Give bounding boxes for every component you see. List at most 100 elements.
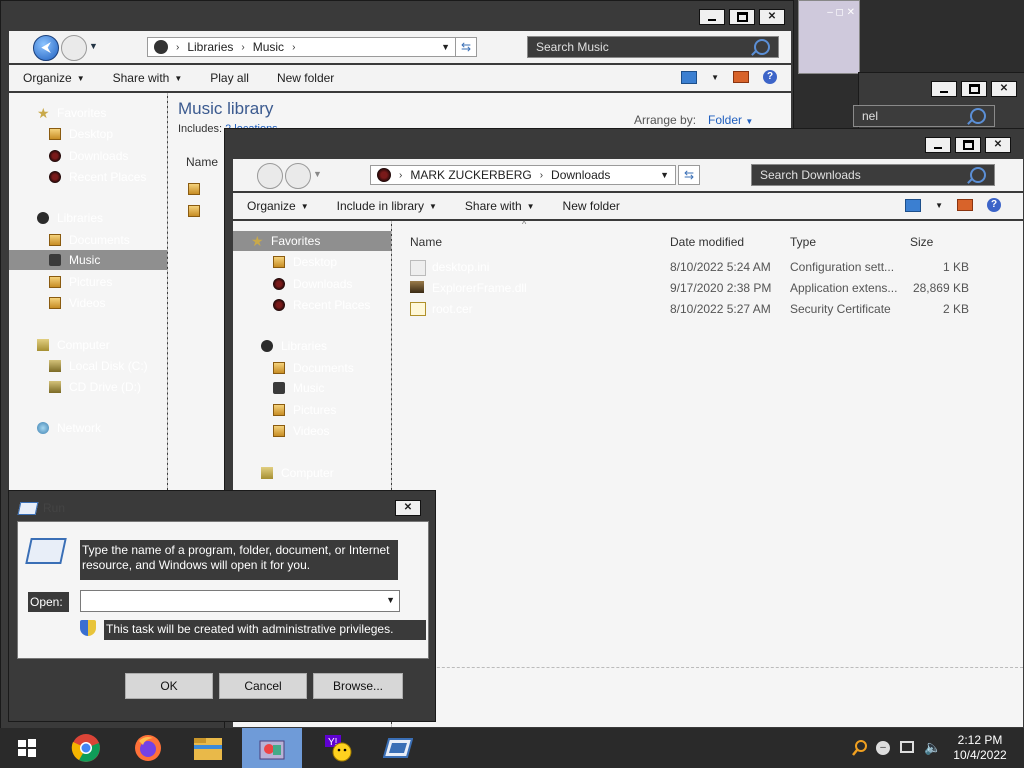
close-button[interactable]: ✕ [759,9,785,25]
arrange-by-dropdown[interactable]: Folder ▼ [708,113,753,127]
nav-documents[interactable]: Documents [9,230,167,250]
taskbar-yahoo-messenger[interactable]: Y! [308,728,368,768]
cancel-button[interactable]: Cancel [219,673,307,699]
nav-desktop[interactable]: Desktop [233,252,391,272]
recent-pages-button[interactable]: ▼ [89,41,98,51]
nav-computer[interactable]: Computer [9,335,167,355]
file-row-root-cer[interactable]: root.cer 8/10/2022 5:27 AM Security Cert… [392,299,1023,319]
address-dropdown-icon[interactable]: ▼ [441,42,450,52]
column-header-date[interactable]: Date modified [670,235,744,249]
breadcrumb-downloads[interactable]: Downloads [551,168,610,182]
run-dialog[interactable]: Run ✕ Type the name of a program, folder… [8,490,436,722]
minimize-button[interactable] [699,9,725,25]
forward-button[interactable] [285,163,311,189]
nav-music[interactable]: Music [9,250,167,270]
open-dropdown-icon[interactable]: ▼ [386,595,395,605]
search-icon[interactable] [970,167,986,183]
share-with-menu[interactable]: Share with ▼ [113,71,183,85]
maximize-button[interactable] [729,9,755,25]
minimize-button[interactable] [925,137,951,153]
nav-pictures[interactable]: Pictures [233,400,391,420]
music-navigation-pane[interactable]: ★ Favorites Desktop Downloads Recent Plac… [9,93,167,493]
refresh-button[interactable]: ⇆ [455,37,477,57]
network-tray-icon[interactable] [900,741,914,753]
view-dropdown-icon[interactable]: ▼ [711,73,719,82]
breadcrumb-libraries[interactable]: Libraries [187,40,233,54]
help-icon[interactable]: ? [763,70,777,84]
change-view-icon[interactable] [681,70,698,84]
nav-videos[interactable]: Videos [9,293,167,313]
downloads-file-list[interactable]: ^ Name Date modified Type Size desktop.i… [392,219,1023,727]
ok-button[interactable]: OK [125,673,213,699]
organize-menu[interactable]: Organize ▼ [23,71,85,85]
close-button[interactable]: ✕ [985,137,1011,153]
file-row-explorerframe-dll[interactable]: ExplorerFrame.dll 9/17/2020 2:38 PM Appl… [392,278,1023,298]
help-icon[interactable]: ? [987,198,1001,212]
open-combobox[interactable]: ▼ [80,590,400,612]
view-dropdown-icon[interactable]: ▼ [935,201,943,210]
run-close-button[interactable]: ✕ [395,500,421,516]
search-icon[interactable] [754,39,770,55]
recent-pages-button[interactable]: ▼ [313,169,322,179]
change-view-icon[interactable] [905,198,922,212]
nav-network[interactable]: Network [9,418,167,438]
preview-pane-icon[interactable] [957,199,973,211]
forward-button[interactable] [61,35,87,61]
nav-downloads[interactable]: Downloads [9,146,167,166]
nav-recent-places[interactable]: Recent Places [233,295,391,315]
nav-local-disk[interactable]: Local Disk (C:) [9,356,167,376]
music-address-bar[interactable]: › Libraries › Music › ▼ [147,37,457,57]
nav-favorites[interactable]: ★ Favorites [233,231,391,251]
nav-music[interactable]: Music [233,378,391,398]
maximize-button[interactable] [961,81,987,97]
minimize-button[interactable] [931,81,957,97]
organize-menu[interactable]: Organize ▼ [247,199,309,213]
play-all-button[interactable]: Play all [210,71,249,85]
cp-search-box[interactable]: nel [853,105,995,127]
address-dropdown-icon[interactable]: ▼ [660,170,669,180]
messenger-tray-icon[interactable]: – [876,741,890,755]
preview-pane-icon[interactable] [733,71,749,83]
music-search-box[interactable]: Search Music [527,36,779,58]
new-folder-button[interactable]: New folder [563,199,620,213]
downloads-address-bar[interactable]: › MARK ZUCKERBERG › Downloads ▼ [370,165,676,185]
clock[interactable]: 2:12 PM 10/4/2022 [948,733,1012,763]
third-window-caption-buttons[interactable]: – ◻ ✕ [827,7,855,18]
column-header-size[interactable]: Size [910,235,933,249]
nav-favorites[interactable]: ★ Favorites [9,103,167,123]
maximize-button[interactable] [955,137,981,153]
close-button[interactable]: ✕ [991,81,1017,97]
taskbar-run[interactable] [368,728,428,768]
file-row-desktop-ini[interactable]: desktop.ini 8/10/2022 5:24 AM Configurat… [392,257,1023,277]
breadcrumb-music[interactable]: Music [253,40,284,54]
nav-downloads[interactable]: Downloads [233,274,391,294]
taskbar-control-panel[interactable] [242,728,302,768]
search-icon[interactable] [970,108,986,124]
folder-icon[interactable] [188,183,200,195]
share-with-menu[interactable]: Share with ▼ [465,199,535,213]
third-window[interactable]: – ◻ ✕ [798,0,860,74]
nav-computer[interactable]: Computer [233,463,391,483]
nav-documents[interactable]: Documents [233,358,391,378]
nav-libraries[interactable]: Libraries [9,208,167,228]
volume-icon[interactable]: 🔈 [924,739,941,756]
refresh-button[interactable]: ⇆ [678,165,700,185]
downloads-search-box[interactable]: Search Downloads [751,164,995,186]
nav-desktop[interactable]: Desktop [9,124,167,144]
back-button[interactable] [257,163,283,189]
taskbar-firefox[interactable] [118,728,178,768]
search-tray-icon[interactable] [852,740,867,756]
taskbar-file-explorer[interactable] [178,728,238,768]
breadcrumb-user[interactable]: MARK ZUCKERBERG [410,168,531,182]
column-header-type[interactable]: Type [790,235,816,249]
column-header-name[interactable]: Name [410,235,442,249]
browse-button[interactable]: Browse... [313,673,403,699]
nav-libraries[interactable]: Libraries [233,336,391,356]
new-folder-button[interactable]: New folder [277,71,334,85]
nav-recent-places[interactable]: Recent Places [9,167,167,187]
include-in-library-menu[interactable]: Include in library ▼ [337,199,437,213]
nav-videos[interactable]: Videos [233,421,391,441]
folder-icon[interactable] [188,205,200,217]
open-input[interactable] [83,592,377,612]
back-button[interactable]: ⮜ [33,35,59,61]
